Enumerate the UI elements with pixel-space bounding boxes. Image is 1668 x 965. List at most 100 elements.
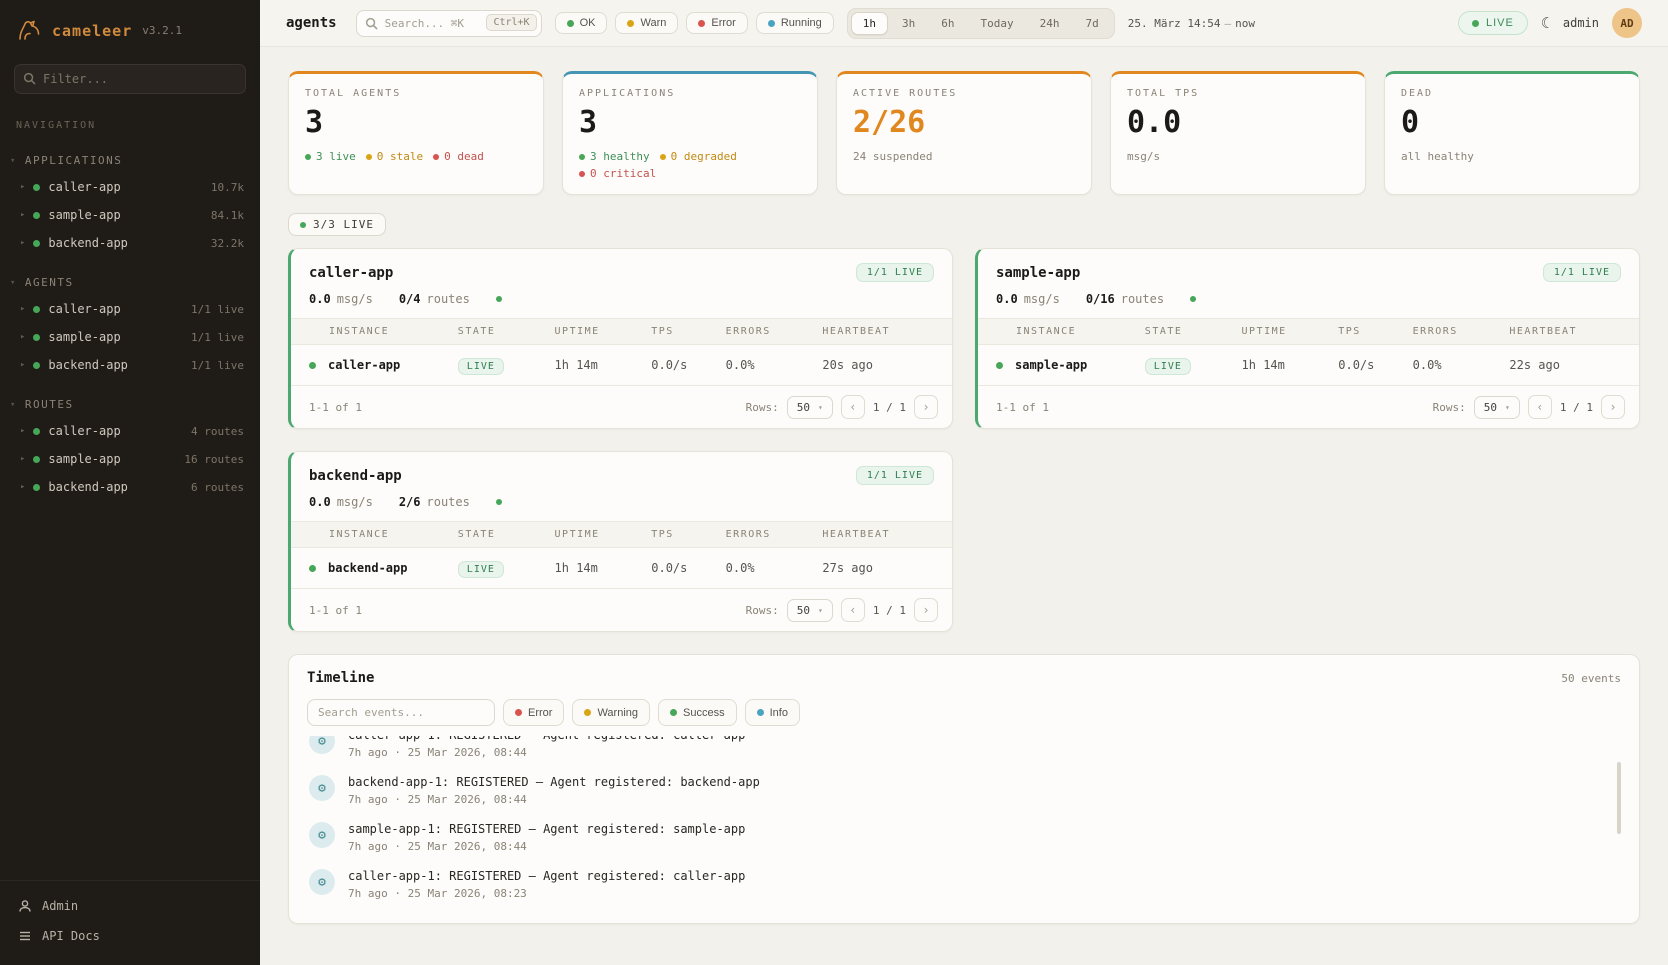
list-icon <box>18 929 32 943</box>
sidebar-item-agent-caller-app[interactable]: ▸ caller-app 1/1 live <box>0 295 260 323</box>
sidebar-item-admin[interactable]: Admin <box>0 891 260 921</box>
chevron-down-icon: ▾ <box>10 278 17 288</box>
sidebar-item-routes-backend-app[interactable]: ▸ backend-app 6 routes <box>0 473 260 501</box>
item-badge: 4 routes <box>191 425 244 438</box>
tps-value: 0.0/s <box>651 561 725 575</box>
stat-card-total-tps: TOTAL TPS 0.0 msg/s <box>1110 71 1366 195</box>
event-text: caller-app-1: REGISTERED — Agent registe… <box>348 869 745 883</box>
range-24h[interactable]: 24h <box>1028 12 1072 35</box>
warning-dot <box>584 709 591 716</box>
sidebar-item-agent-backend-app[interactable]: ▸ backend-app 1/1 live <box>0 351 260 379</box>
sidebar-section-header-applications[interactable]: ▾ APPLICATIONS <box>0 149 260 173</box>
timeline-filter-info[interactable]: Info <box>745 699 800 726</box>
filter-chip-error[interactable]: Error <box>686 12 747 34</box>
col-uptime: UPTIME <box>555 326 652 337</box>
table-row[interactable]: backend-app LIVE 1h 14m 0.0/s 0.0% 27s a… <box>291 548 952 588</box>
section-label: ROUTES <box>25 398 74 411</box>
live-status-pill[interactable]: LIVE <box>1458 11 1528 35</box>
sidebar-item-app-backend-app[interactable]: ▸ backend-app 32.2k <box>0 229 260 257</box>
date-separator: — <box>1221 17 1236 30</box>
range-3h[interactable]: 3h <box>890 12 927 35</box>
apps-grid: caller-app 1/1 LIVE 0.0 msg/s 0/4 routes… <box>288 248 1640 632</box>
running-dot <box>768 20 775 27</box>
chip-label: Info <box>770 707 788 719</box>
scrollbar-thumb[interactable] <box>1617 762 1621 834</box>
chevron-right-icon: ▸ <box>20 304 25 314</box>
filter-chip-ok[interactable]: OK <box>555 12 608 34</box>
table-row[interactable]: caller-app LIVE 1h 14m 0.0/s 0.0% 20s ag… <box>291 345 952 385</box>
live-badge: 1/1 LIVE <box>856 466 934 485</box>
timeline-filter-warning[interactable]: Warning <box>572 699 650 726</box>
timeline-search-input[interactable] <box>307 699 495 726</box>
app-card-title: backend-app <box>309 468 402 484</box>
chevron-down-icon: ▾ <box>818 403 823 412</box>
app-routes-label: routes <box>427 495 470 509</box>
timeline-event[interactable]: ⚙ caller-app-1: REGISTERED — Agent regis… <box>307 861 1621 908</box>
detail-stale: 0 stale <box>377 150 423 163</box>
next-page-button[interactable]: › <box>914 598 938 622</box>
prev-page-button[interactable]: ‹ <box>841 395 865 419</box>
item-badge: 6 routes <box>191 481 244 494</box>
rows-per-page-select[interactable]: 50 ▾ <box>787 599 833 622</box>
stat-label: TOTAL TPS <box>1127 88 1349 99</box>
dark-mode-toggle[interactable]: ☾ <box>1541 14 1550 32</box>
sidebar: cameleer v3.2.1 NAVIGATION ▾ APPLICATION… <box>0 0 260 965</box>
sidebar-section-agents: ▾ AGENTS ▸ caller-app 1/1 live ▸ sample-… <box>0 271 260 379</box>
timeline-filter-success[interactable]: Success <box>658 699 737 726</box>
range-7d[interactable]: 7d <box>1074 12 1111 35</box>
sidebar-item-routes-sample-app[interactable]: ▸ sample-app 16 routes <box>0 445 260 473</box>
range-1h[interactable]: 1h <box>851 12 888 35</box>
rows-value: 50 <box>797 401 810 414</box>
sidebar-item-agent-sample-app[interactable]: ▸ sample-app 1/1 live <box>0 323 260 351</box>
col-errors: ERRORS <box>726 529 823 540</box>
stat-label: TOTAL AGENTS <box>305 88 527 99</box>
rows-per-page-select[interactable]: 50 ▾ <box>1474 396 1520 419</box>
sidebar-item-app-sample-app[interactable]: ▸ sample-app 84.1k <box>0 201 260 229</box>
timeline-card: Timeline 50 events Error Warning Success… <box>288 654 1640 924</box>
error-dot <box>698 20 705 27</box>
col-tps: TPS <box>651 529 725 540</box>
ok-dot <box>567 20 574 27</box>
sidebar-filter-input[interactable] <box>14 64 246 94</box>
timeline-event[interactable]: ⚙ caller-app-1: REGISTERED — Agent regis… <box>307 736 1621 767</box>
prev-page-button[interactable]: ‹ <box>1528 395 1552 419</box>
range-6h[interactable]: 6h <box>929 12 966 35</box>
page-indicator: 1 / 1 <box>873 401 906 414</box>
col-instance: INSTANCE <box>309 326 458 337</box>
filter-chip-running[interactable]: Running <box>756 12 834 34</box>
avatar[interactable]: AD <box>1612 8 1642 38</box>
next-page-button[interactable]: › <box>1601 395 1625 419</box>
main-content: TOTAL AGENTS 3 3 live 0 stale 0 dead APP… <box>260 47 1668 965</box>
table-row[interactable]: sample-app LIVE 1h 14m 0.0/s 0.0% 22s ag… <box>978 345 1639 385</box>
warn-dot <box>627 20 634 27</box>
next-page-button[interactable]: › <box>914 395 938 419</box>
timeline-event[interactable]: ⚙ sample-app-1: REGISTERED — Agent regis… <box>307 814 1621 861</box>
app-tps-unit: msg/s <box>1024 292 1060 306</box>
rows-per-page-select[interactable]: 50 ▾ <box>787 396 833 419</box>
sidebar-section-header-agents[interactable]: ▾ AGENTS <box>0 271 260 295</box>
health-dot <box>496 499 502 505</box>
pagination-range: 1-1 of 1 <box>309 604 362 617</box>
sidebar-item-api-docs[interactable]: API Docs <box>0 921 260 951</box>
filter-chip-warn[interactable]: Warn <box>615 12 678 34</box>
sidebar-item-app-caller-app[interactable]: ▸ caller-app 10.7k <box>0 173 260 201</box>
rows-value: 50 <box>1484 401 1497 414</box>
sidebar-item-routes-caller-app[interactable]: ▸ caller-app 4 routes <box>0 417 260 445</box>
app-card-title: caller-app <box>309 265 393 281</box>
stat-card-active-routes: ACTIVE ROUTES 2/26 24 suspended <box>836 71 1092 195</box>
healthy-dot <box>579 154 585 160</box>
sidebar-section-header-routes[interactable]: ▾ ROUTES <box>0 393 260 417</box>
detail-healthy: 3 healthy <box>590 150 650 163</box>
stat-label: APPLICATIONS <box>579 88 801 99</box>
item-label: backend-app <box>48 358 183 372</box>
range-today[interactable]: Today <box>969 12 1026 35</box>
person-icon <box>18 899 32 913</box>
timeline-event[interactable]: ⚙ backend-app-1: REGISTERED — Agent regi… <box>307 767 1621 814</box>
timeline-filter-error[interactable]: Error <box>503 699 564 726</box>
prev-page-button[interactable]: ‹ <box>841 598 865 622</box>
live-summary-badge: 3/3 LIVE <box>288 213 386 236</box>
sidebar-footer: Admin API Docs <box>0 880 260 965</box>
item-badge: 10.7k <box>211 181 244 194</box>
chip-label: Running <box>781 17 822 29</box>
heartbeat-value: 27s ago <box>822 561 934 575</box>
